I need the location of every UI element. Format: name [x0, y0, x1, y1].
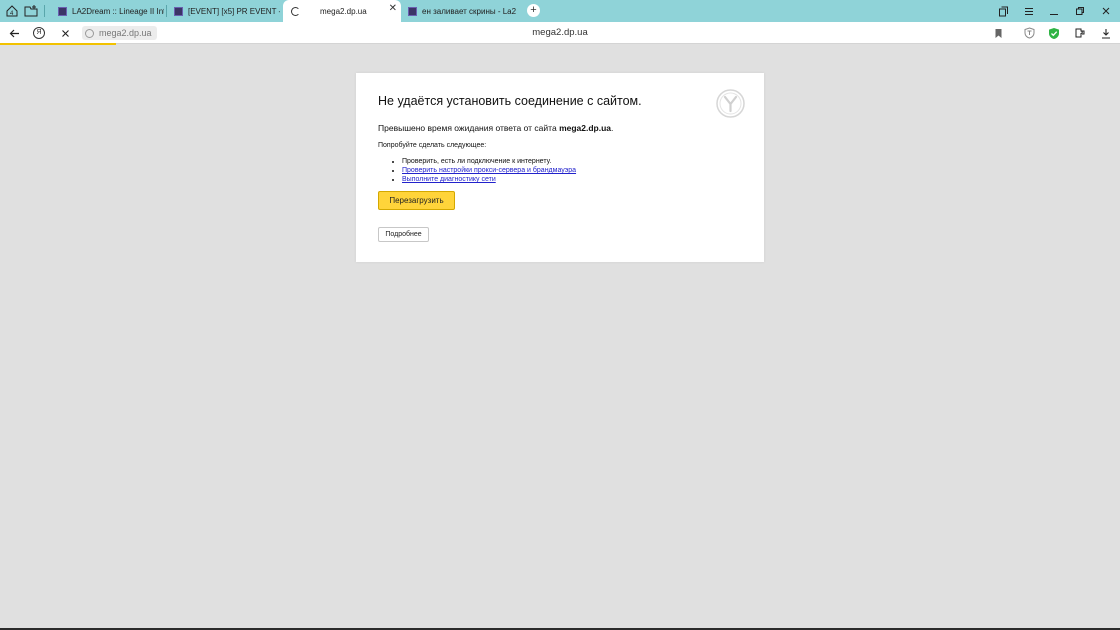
- tab-screens[interactable]: ен заливает скрины - La2: [404, 2, 522, 20]
- error-message: Превышено время ожидания ответа от сайта…: [378, 123, 613, 133]
- yandex-browser-logo-icon: [716, 89, 745, 118]
- tab-title: LA2Dream :: Lineage II Inte: [72, 6, 164, 16]
- tab-separator: [44, 5, 45, 17]
- details-button[interactable]: Подробнее: [378, 227, 429, 242]
- address-bar: Я mega2.dp.ua mega2.dp.ua: [0, 22, 1120, 44]
- folder-icon[interactable]: [23, 3, 39, 19]
- tab-strip: 4 LA2Dream :: Lineage II Inte [EVENT] [x…: [0, 0, 1120, 22]
- suggestion-list: Проверить, есть ли подключение к интерне…: [402, 157, 576, 184]
- protect-shield-icon[interactable]: [1046, 25, 1062, 41]
- menu-icon[interactable]: [1021, 3, 1037, 19]
- error-message-prefix: Превышено время ожидания ответа от сайта: [378, 123, 560, 133]
- tab-la2dream[interactable]: LA2Dream :: Lineage II Inte: [52, 2, 164, 20]
- suggestion-item: Проверить настройки прокси-сервера и бра…: [402, 166, 576, 175]
- new-tab-button[interactable]: +: [527, 4, 540, 17]
- network-diagnostics-link[interactable]: Выполните диагностику сети: [402, 176, 496, 183]
- proxy-firewall-link[interactable]: Проверить настройки прокси-сервера и бра…: [402, 167, 576, 174]
- minimize-icon[interactable]: [1046, 3, 1062, 19]
- tab-title: ен заливает скрины - La2: [422, 6, 517, 16]
- tab-title: mega2.dp.ua: [320, 6, 367, 16]
- suggestion-check-connection: Проверить, есть ли подключение к интерне…: [402, 158, 552, 165]
- tab-separator: [166, 5, 167, 17]
- tab-favicon: [174, 6, 183, 16]
- bookmarks-panel-icon[interactable]: [995, 3, 1011, 19]
- tab-favicon: [58, 6, 67, 16]
- page-load-progress: [0, 43, 116, 45]
- tab-favicon: [408, 6, 417, 16]
- loading-spinner-icon: [291, 6, 300, 16]
- error-card: Не удаётся установить соединение с сайто…: [356, 73, 764, 262]
- error-title: Не удаётся установить соединение с сайто…: [378, 94, 642, 108]
- error-message-suffix: .: [611, 123, 614, 133]
- bookmark-icon[interactable]: [990, 25, 1006, 41]
- reload-button[interactable]: Перезагрузить: [378, 191, 455, 210]
- restore-icon[interactable]: [1072, 3, 1088, 19]
- error-site: mega2.dp.ua: [559, 123, 612, 133]
- download-icon[interactable]: [1098, 25, 1114, 41]
- tab-mega2-active[interactable]: mega2.dp.ua ✕: [283, 0, 401, 22]
- suggestion-item: Выполните диагностику сети: [402, 175, 576, 184]
- close-window-icon[interactable]: [1098, 3, 1114, 19]
- try-label: Попробуйте сделать следующее:: [378, 142, 487, 149]
- tab-title: [EVENT] [x5] PR EVENT - A: [188, 6, 280, 16]
- page-title-url: mega2.dp.ua: [532, 27, 588, 38]
- tab-close-icon[interactable]: ✕: [389, 3, 397, 14]
- tab-event[interactable]: [EVENT] [x5] PR EVENT - A: [168, 2, 280, 20]
- suggestion-item: Проверить, есть ли подключение к интерне…: [402, 157, 576, 166]
- home-icon[interactable]: 4: [4, 3, 20, 19]
- adblock-shield-icon[interactable]: [1021, 25, 1037, 41]
- extension-icon[interactable]: [1072, 25, 1088, 41]
